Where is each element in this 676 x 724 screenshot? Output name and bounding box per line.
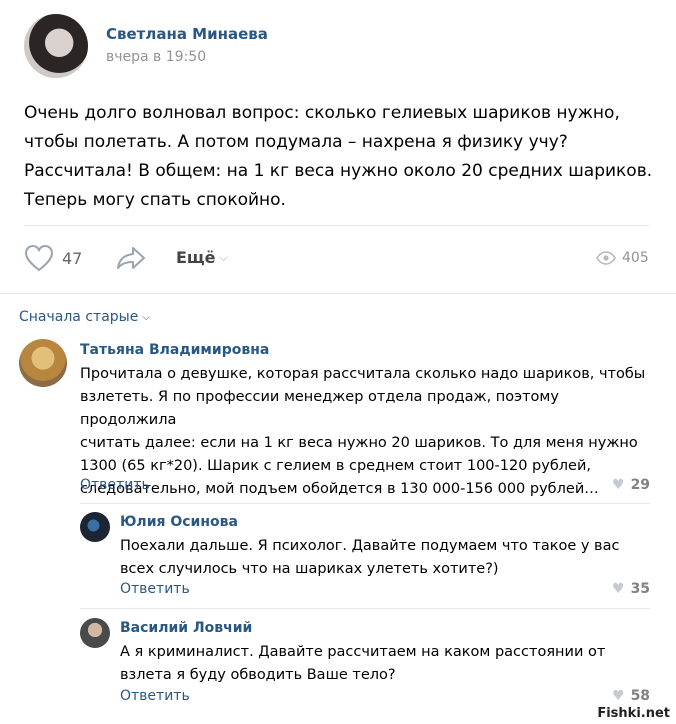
share-icon	[117, 247, 145, 269]
post-text: Очень долго волновал вопрос: сколько гел…	[24, 99, 664, 215]
reply-link[interactable]: Ответить	[120, 581, 190, 597]
comment-text: А я криминалист. Давайте рассчитаем на к…	[120, 641, 650, 687]
post-text-line: Очень долго волновал вопрос: сколько гел…	[24, 103, 620, 123]
comment-text-line: Прочитала о девушке, которая рассчитала …	[80, 366, 646, 382]
views-count: 405	[622, 250, 649, 266]
heart-icon: ♥	[612, 688, 625, 704]
comment-separator	[80, 503, 650, 504]
chevron-down-icon: ⌵	[142, 311, 150, 323]
section-separator	[0, 293, 676, 294]
comment-like-button[interactable]: ♥ 35	[612, 581, 650, 597]
like-button[interactable]: 47	[24, 244, 82, 272]
watermark: Fishki.net	[595, 706, 672, 721]
heart-icon: ♥	[612, 477, 625, 493]
comment-text-line: взлететь. Я по профессии менеджер отдела…	[80, 389, 559, 428]
comment-author-name[interactable]: Василий Ловчий	[120, 620, 252, 636]
comment-author-name[interactable]: Юлия Осинова	[120, 514, 238, 530]
comment-like-button[interactable]: ♥ 58	[612, 688, 650, 704]
eye-icon	[596, 251, 616, 265]
comment-text: Поехали дальше. Я психолог. Давайте поду…	[120, 535, 650, 581]
heart-icon: ♥	[612, 581, 625, 597]
post-author-name[interactable]: Светлана Минаева	[106, 25, 268, 43]
like-count: 47	[62, 248, 83, 268]
post-text-line: Теперь могу спать спокойно.	[24, 190, 286, 210]
comment-like-count: 58	[630, 688, 651, 704]
comment-like-count: 35	[630, 581, 651, 597]
comment-author-name[interactable]: Татьяна Владимировна	[80, 342, 269, 358]
comment-text-line: считать далее: если на 1 кг веса нужно 2…	[80, 435, 638, 451]
post-separator	[24, 225, 650, 226]
views-counter: 405	[596, 250, 649, 266]
comment-author-avatar[interactable]	[80, 512, 110, 542]
comment-text-line: взлета я буду обводить Ваше тело?	[120, 667, 396, 683]
comment-author-avatar[interactable]	[19, 339, 67, 387]
post-author-avatar[interactable]	[24, 14, 88, 78]
post-text-line: Рассчитала! В общем: на 1 кг веса нужно …	[24, 161, 653, 181]
comment-text-line: следовательно, мой подъем обойдется в 13…	[80, 481, 599, 497]
reply-link[interactable]: Ответить	[80, 477, 150, 493]
heart-icon	[24, 244, 54, 272]
post-timestamp[interactable]: вчера в 19:50	[106, 49, 206, 65]
post-text-line: чтобы полетать. А потом подумала – нахре…	[24, 132, 568, 152]
comment-like-button[interactable]: ♥ 29	[612, 477, 650, 493]
comment-separator	[80, 608, 650, 609]
more-button[interactable]: Ещё ⌵	[176, 248, 228, 267]
share-button[interactable]	[116, 245, 146, 275]
comment-author-avatar[interactable]	[80, 618, 110, 648]
comment-like-count: 29	[630, 477, 651, 493]
comment-text-line: 1300 (65 кг*20). Шарик с гелием в средне…	[80, 458, 591, 474]
comment-text-line: А я криминалист. Давайте рассчитаем на к…	[120, 644, 606, 660]
comments-sort-toggle[interactable]: Сначала старые ⌵	[19, 309, 150, 325]
chevron-down-icon: ⌵	[219, 250, 228, 264]
comment-text-line: Поехали дальше. Я психолог. Давайте поду…	[120, 538, 620, 554]
comment-text-line: всех случилось что на шариках улететь хо…	[120, 561, 499, 577]
reply-link[interactable]: Ответить	[120, 688, 190, 704]
sort-label: Сначала старые	[19, 309, 139, 325]
more-label: Ещё	[176, 248, 216, 267]
comment-text: Прочитала о девушке, которая рассчитала …	[80, 363, 650, 501]
